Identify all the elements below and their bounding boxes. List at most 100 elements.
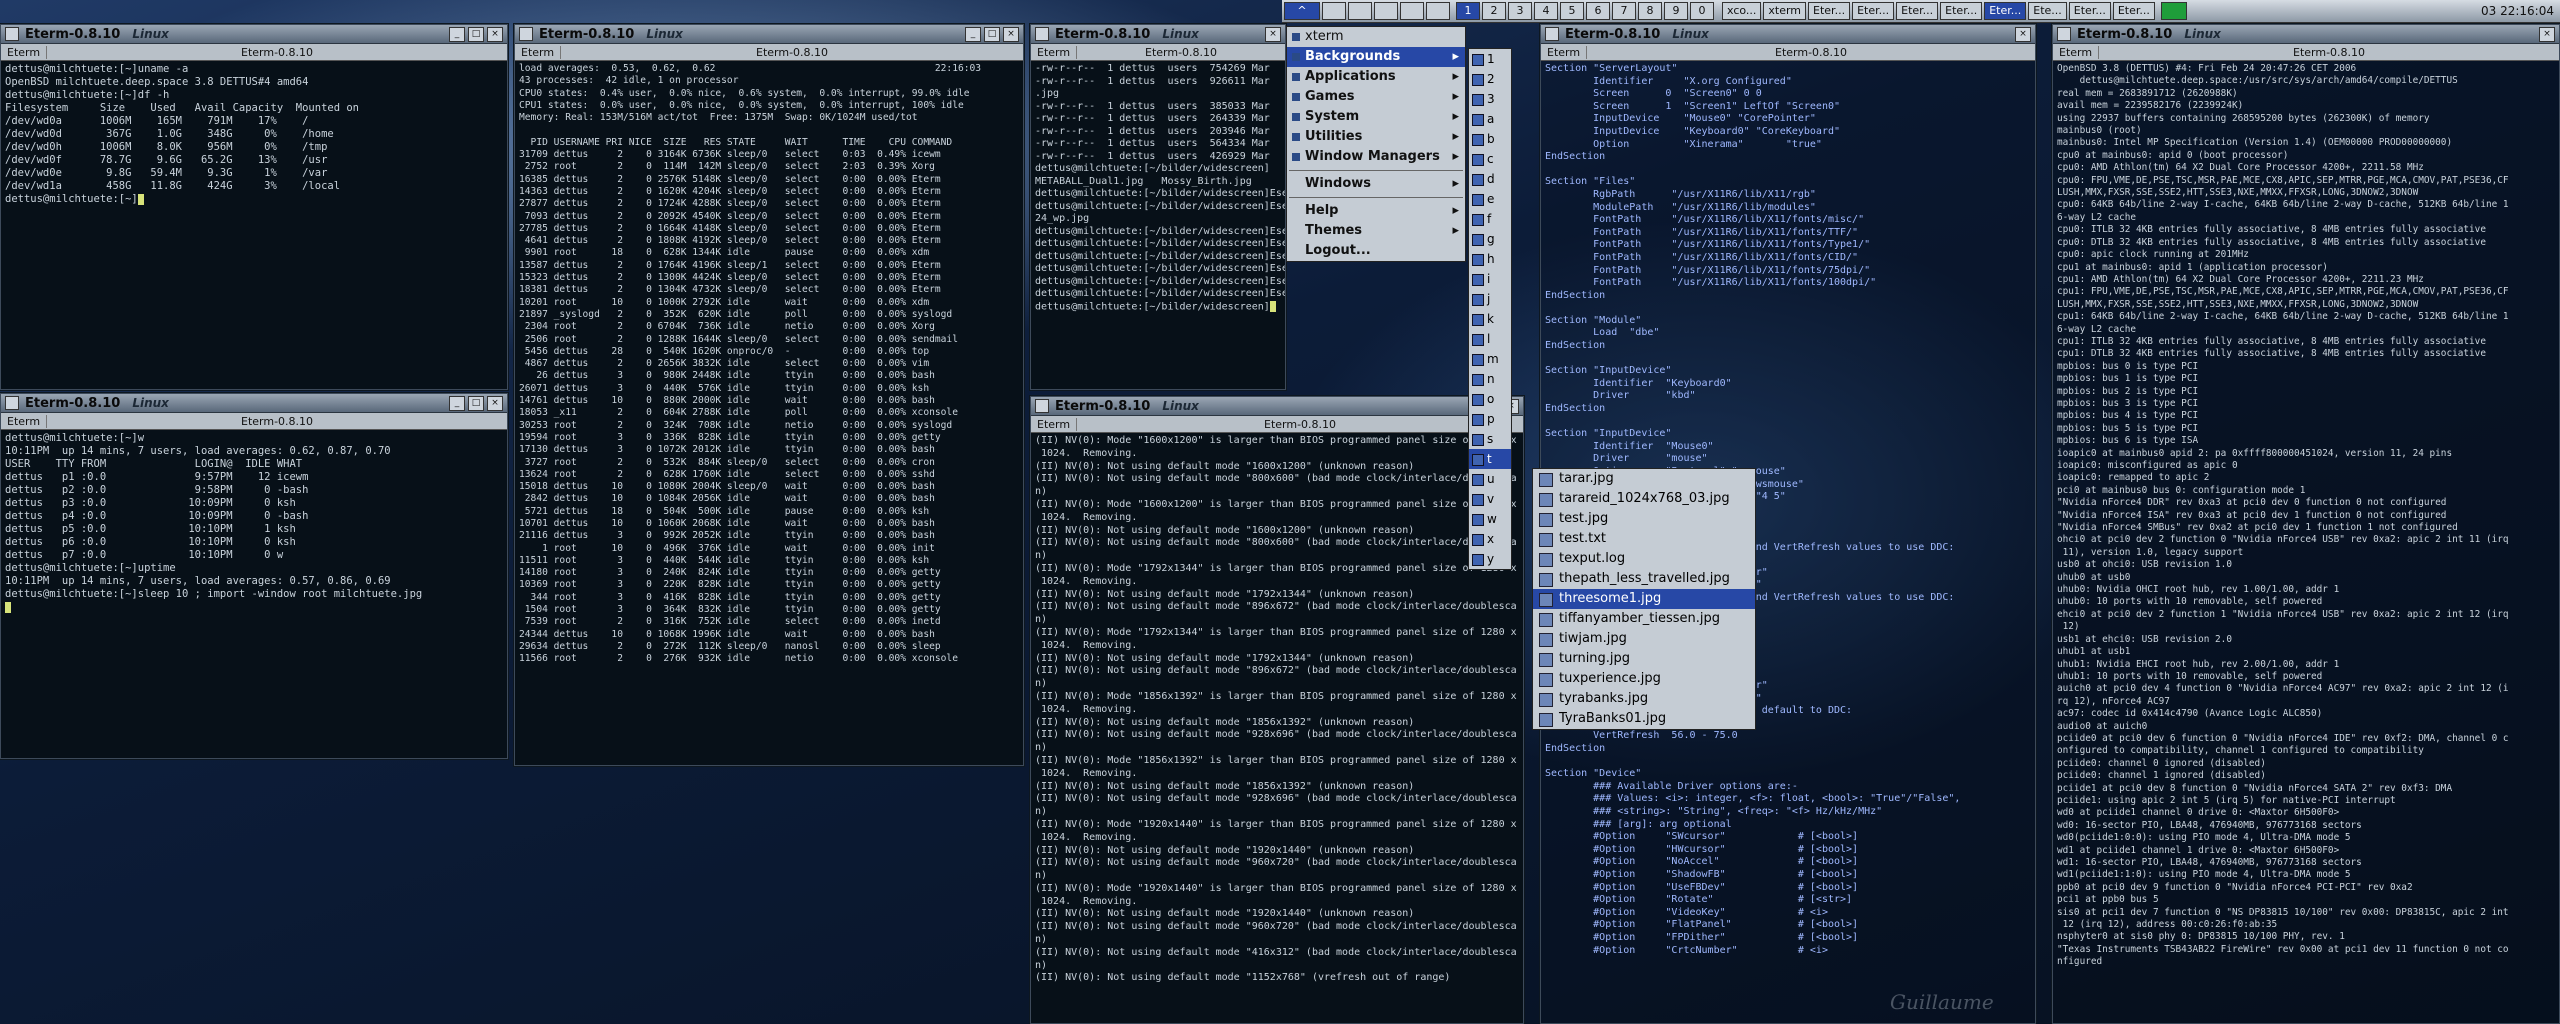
submenu-item[interactable]: k xyxy=(1469,309,1511,329)
eterm-menu-button[interactable]: Eterm xyxy=(2053,45,2100,59)
submenu-item[interactable]: n xyxy=(1469,369,1511,389)
editor-launcher-icon[interactable] xyxy=(1426,2,1450,20)
window-titlebar[interactable]: Eterm-0.8.10 Linux × xyxy=(1541,25,2035,44)
task-button[interactable]: Eter... xyxy=(1852,2,1895,20)
task-button[interactable]: Eter... xyxy=(2068,2,2111,20)
workspace-button-2[interactable]: 2 xyxy=(1482,2,1506,20)
task-button[interactable]: Eter... xyxy=(1896,2,1939,20)
task-button-active[interactable]: Eter... xyxy=(1984,2,2027,20)
maximize-icon[interactable]: □ xyxy=(468,395,484,411)
maximize-icon[interactable]: □ xyxy=(468,26,484,42)
workspace-button-6[interactable]: 6 xyxy=(1586,2,1610,20)
submenu-item[interactable]: y xyxy=(1469,549,1511,569)
workspace-button-0[interactable]: 0 xyxy=(1690,2,1714,20)
submenu-item[interactable]: m xyxy=(1469,349,1511,369)
file-item[interactable]: tuxperience.jpg xyxy=(1533,669,1755,689)
close-icon[interactable]: × xyxy=(1265,26,1281,42)
file-item[interactable]: thepath_less_travelled.jpg xyxy=(1533,569,1755,589)
submenu-item[interactable]: f xyxy=(1469,209,1511,229)
workspace-button-9[interactable]: 9 xyxy=(1664,2,1688,20)
eterm-menu-button[interactable]: Eterm xyxy=(1,45,48,59)
window-menu-icon[interactable] xyxy=(1035,399,1049,413)
terminal-output[interactable]: OpenBSD 3.8 (DETTUS) #4: Fri Feb 24 20:4… xyxy=(2053,61,2559,1023)
maximize-icon[interactable]: □ xyxy=(984,26,1000,42)
menu-item-games[interactable]: Games xyxy=(1287,87,1465,107)
terminal-window-esetroot[interactable]: Eterm-0.8.10 Linux × Eterm Eterm-0.8.10 … xyxy=(1030,24,1286,390)
browser-launcher-icon[interactable] xyxy=(1400,2,1424,20)
terminal-window-df[interactable]: Eterm-0.8.10 Linux _ □ × Eterm Eterm-0.8… xyxy=(0,24,508,390)
window-titlebar[interactable]: Eterm-0.8.10 Linux × xyxy=(1031,397,1523,416)
submenu-item[interactable]: a xyxy=(1469,109,1511,129)
window-menu-icon[interactable] xyxy=(2057,27,2071,41)
submenu-item[interactable]: j xyxy=(1469,289,1511,309)
minimize-icon[interactable]: _ xyxy=(449,26,465,42)
window-menu-icon[interactable] xyxy=(5,27,19,41)
submenu-item[interactable]: s xyxy=(1469,429,1511,449)
close-icon[interactable]: × xyxy=(2015,26,2031,42)
eterm-menu-button[interactable]: Eterm xyxy=(1541,45,1588,59)
terminal-window-w[interactable]: Eterm-0.8.10 Linux _ □ × Eterm Eterm-0.8… xyxy=(0,393,508,759)
eterm-menu-button[interactable]: Eterm xyxy=(1031,45,1078,59)
show-desktop-icon[interactable] xyxy=(1322,2,1346,20)
submenu-item[interactable]: g xyxy=(1469,229,1511,249)
submenu-item[interactable]: e xyxy=(1469,189,1511,209)
terminal-output[interactable]: -rw-r--r-- 1 dettus users 754269 Mar -rw… xyxy=(1031,61,1285,389)
submenu-item[interactable]: d xyxy=(1469,169,1511,189)
file-item[interactable]: tyrabanks.jpg xyxy=(1533,689,1755,709)
submenu-item[interactable]: 2 xyxy=(1469,69,1511,89)
menu-item-logout[interactable]: Logout... xyxy=(1287,241,1465,261)
submenu-item[interactable]: b xyxy=(1469,129,1511,149)
workspace-button-1[interactable]: 1 xyxy=(1456,2,1480,20)
submenu-item[interactable]: c xyxy=(1469,149,1511,169)
terminal-output[interactable]: load averages: 0.53, 0.62, 0.62 22:16:03… xyxy=(515,61,1023,765)
submenu-item[interactable]: o xyxy=(1469,389,1511,409)
submenu-item[interactable]: 1 xyxy=(1469,49,1511,69)
minimize-icon[interactable]: _ xyxy=(965,26,981,42)
window-menu-icon[interactable] xyxy=(1035,27,1049,41)
menu-item-xterm[interactable]: xterm xyxy=(1287,27,1465,47)
submenu-item[interactable]: p xyxy=(1469,409,1511,429)
terminal-output[interactable]: dettus@milchtuete:[~]uname -a OpenBSD mi… xyxy=(1,61,507,389)
window-list-icon[interactable] xyxy=(1348,2,1372,20)
file-item[interactable]: texput.log xyxy=(1533,549,1755,569)
terminal-output[interactable]: dettus@milchtuete:[~]w 10:11PM up 14 min… xyxy=(1,430,507,758)
task-button[interactable]: Eter... xyxy=(1940,2,1983,20)
window-menu-icon[interactable] xyxy=(519,27,533,41)
window-titlebar[interactable]: Eterm-0.8.10 Linux _ □ × xyxy=(515,25,1023,44)
workspace-button-5[interactable]: 5 xyxy=(1560,2,1584,20)
menu-item-system[interactable]: System xyxy=(1287,107,1465,127)
submenu-item[interactable]: x xyxy=(1469,529,1511,549)
terminal-window-xorg-log[interactable]: Eterm-0.8.10 Linux × Eterm Eterm-0.8.10 … xyxy=(1030,396,1524,1024)
file-item[interactable]: tiffanyamber_tiessen.jpg xyxy=(1533,609,1755,629)
clock[interactable]: 03 22:16:04 xyxy=(2481,4,2554,18)
file-item[interactable]: test.jpg xyxy=(1533,509,1755,529)
close-icon[interactable]: × xyxy=(487,26,503,42)
menu-item-windows[interactable]: Windows xyxy=(1287,174,1465,194)
menu-item-applications[interactable]: Applications xyxy=(1287,67,1465,87)
task-button[interactable]: Ete... xyxy=(2028,2,2067,20)
window-titlebar[interactable]: Eterm-0.8.10 Linux _ □ × xyxy=(1,394,507,413)
window-titlebar[interactable]: Eterm-0.8.10 Linux × xyxy=(2053,25,2559,44)
workspace-button-4[interactable]: 4 xyxy=(1534,2,1558,20)
file-item[interactable]: TyraBanks01.jpg xyxy=(1533,709,1755,729)
file-item-selected[interactable]: threesome1.jpg xyxy=(1533,589,1755,609)
task-button[interactable]: xco... xyxy=(1722,2,1762,20)
terminal-window-top[interactable]: Eterm-0.8.10 Linux _ □ × Eterm Eterm-0.8… xyxy=(514,24,1024,766)
menu-item-themes[interactable]: Themes xyxy=(1287,221,1465,241)
close-icon[interactable]: × xyxy=(1003,26,1019,42)
task-button[interactable]: Eter... xyxy=(2112,2,2155,20)
file-item[interactable]: test.txt xyxy=(1533,529,1755,549)
window-menu-icon[interactable] xyxy=(5,396,19,410)
task-button[interactable]: Eter... xyxy=(1808,2,1851,20)
workspace-button-3[interactable]: 3 xyxy=(1508,2,1532,20)
submenu-item[interactable]: i xyxy=(1469,269,1511,289)
terminal-window-dmesg[interactable]: Eterm-0.8.10 Linux × Eterm Eterm-0.8.10 … xyxy=(2052,24,2560,1024)
window-titlebar[interactable]: Eterm-0.8.10 Linux × xyxy=(1031,25,1285,44)
file-item[interactable]: tiwjam.jpg xyxy=(1533,629,1755,649)
terminal-output[interactable]: (II) NV(0): Mode "1600x1200" is larger t… xyxy=(1031,433,1523,1023)
submenu-item[interactable]: l xyxy=(1469,329,1511,349)
eterm-menu-button[interactable]: Eterm xyxy=(1,414,48,428)
start-menu-button[interactable]: ^ xyxy=(1284,2,1320,20)
workspace-button-7[interactable]: 7 xyxy=(1612,2,1636,20)
close-icon[interactable]: × xyxy=(487,395,503,411)
